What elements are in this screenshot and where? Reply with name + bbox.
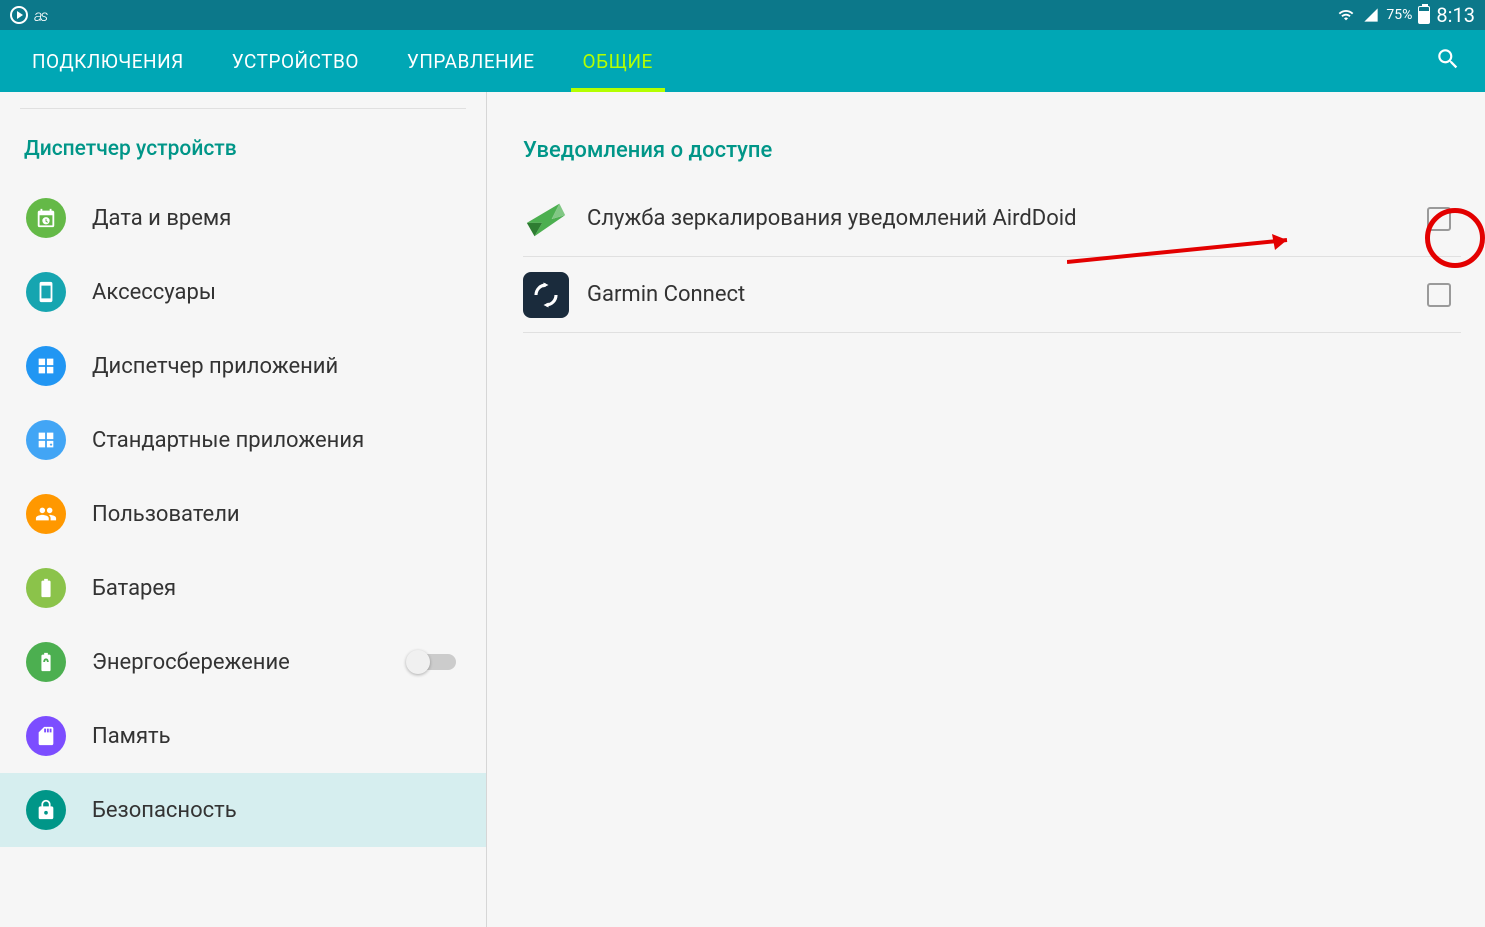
users-icon (26, 494, 66, 534)
apps-check-icon (26, 420, 66, 460)
sidebar-item-users[interactable]: Пользователи (0, 477, 486, 551)
search-button[interactable] (1419, 46, 1477, 76)
sidebar-item-datetime[interactable]: Дата и время (0, 181, 486, 255)
sidebar-item-accessories[interactable]: Аксессуары (0, 255, 486, 329)
sidebar-item-defaultapps[interactable]: Стандартные приложения (0, 403, 486, 477)
airdroid-checkbox[interactable] (1427, 207, 1451, 231)
content-title: Уведомления о доступе (523, 112, 1461, 181)
battery-leaf-icon (26, 642, 66, 682)
sidebar-item-label: Память (92, 724, 468, 749)
tab-device[interactable]: УСТРОЙСТВО (208, 30, 383, 92)
sidebar-item-label: Пользователи (92, 502, 468, 527)
tab-general[interactable]: ОБЩИЕ (559, 30, 677, 92)
sidebar-item-battery[interactable]: Батарея (0, 551, 486, 625)
sidebar-section-title: Диспетчер устройств (0, 109, 486, 181)
battery-icon (1418, 6, 1430, 24)
powersave-toggle[interactable] (408, 654, 456, 670)
battery-icon (26, 568, 66, 608)
tab-bar: ПОДКЛЮЧЕНИЯ УСТРОЙСТВО УПРАВЛЕНИЕ ОБЩИЕ (0, 30, 1485, 92)
as-icon: as (34, 6, 46, 25)
garmin-checkbox[interactable] (1427, 283, 1451, 307)
garmin-app-icon (523, 272, 569, 318)
app-row-garmin[interactable]: Garmin Connect (523, 257, 1461, 333)
status-bar: as 75% 8:13 (0, 0, 1485, 30)
sidebar-item-label: Энергосбережение (92, 650, 382, 675)
sidebar-item-appmanager[interactable]: Диспетчер приложений (0, 329, 486, 403)
wifi-icon (1336, 7, 1356, 23)
sidebar-item-label: Дата и время (92, 206, 468, 231)
sdcard-icon (26, 716, 66, 756)
app-name-label: Служба зеркалирования уведомлений AirdDo… (587, 206, 1409, 231)
app-name-label: Garmin Connect (587, 282, 1409, 307)
sidebar-item-label: Безопасность (92, 798, 468, 823)
sidebar-item-label: Стандартные приложения (92, 428, 468, 453)
sidebar-item-label: Диспетчер приложений (92, 354, 468, 379)
sidebar-item-storage[interactable]: Память (0, 699, 486, 773)
apps-grid-icon (26, 346, 66, 386)
search-icon (1435, 46, 1461, 72)
sidebar-item-label: Аксессуары (92, 280, 468, 305)
sidebar-item-powersave[interactable]: Энергосбережение (0, 625, 486, 699)
play-icon (10, 6, 28, 24)
battery-percent: 75% (1386, 7, 1412, 23)
tablet-icon (26, 272, 66, 312)
status-right: 75% 8:13 (1336, 3, 1475, 27)
tab-connections[interactable]: ПОДКЛЮЧЕНИЯ (8, 30, 208, 92)
app-row-airdroid[interactable]: Служба зеркалирования уведомлений AirdDo… (523, 181, 1461, 257)
tab-controls[interactable]: УПРАВЛЕНИЕ (383, 30, 559, 92)
calendar-clock-icon (26, 198, 66, 238)
lock-icon (26, 790, 66, 830)
sidebar-item-label: Батарея (92, 576, 468, 601)
status-left: as (10, 6, 46, 25)
clock: 8:13 (1436, 3, 1475, 27)
content-panel: Уведомления о доступе Служба зеркалирова… (487, 92, 1485, 927)
sidebar: Диспетчер устройств Дата и время Аксессу… (0, 92, 487, 927)
airdroid-app-icon (523, 196, 569, 242)
sidebar-item-security[interactable]: Безопасность (0, 773, 486, 847)
signal-icon (1362, 7, 1380, 23)
